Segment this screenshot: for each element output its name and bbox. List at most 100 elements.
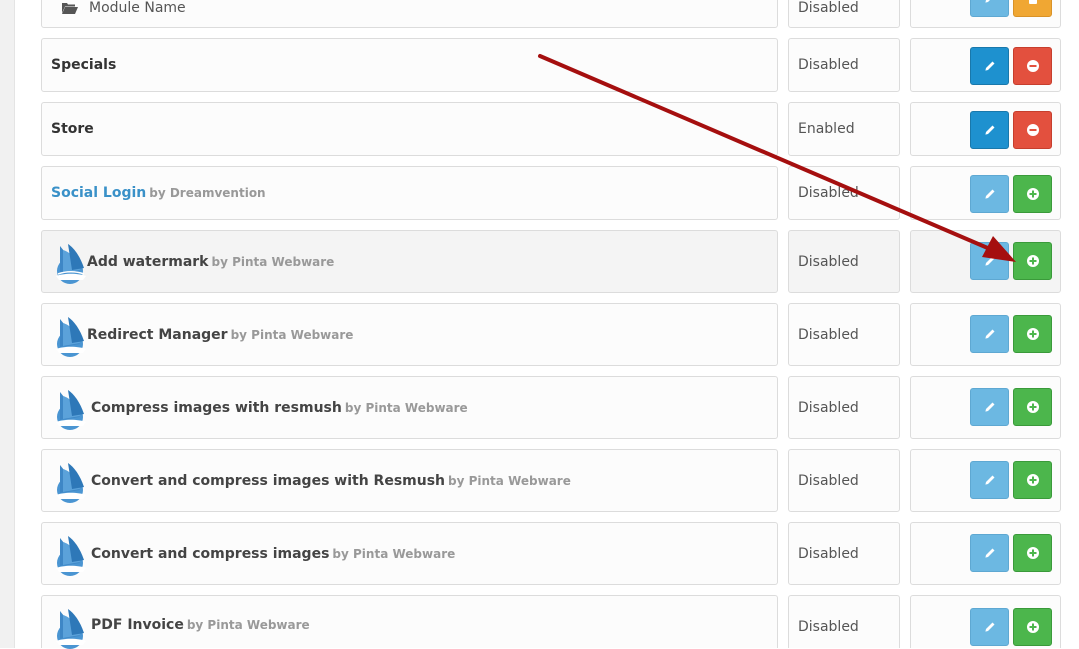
trash-icon [1028, 0, 1037, 4]
module-name: Store [51, 121, 94, 137]
actions-cell [910, 0, 1061, 28]
status-text: Disabled [798, 253, 859, 270]
plus-circle-icon [1026, 547, 1039, 559]
module-name: PDF Invoice [91, 617, 184, 633]
install-button[interactable] [1013, 534, 1052, 572]
status-text: Enabled [798, 121, 855, 137]
page-left-strip [0, 0, 15, 648]
minus-circle-icon [1026, 124, 1039, 136]
name-cell: Convert and compress images with Resmush… [41, 449, 778, 512]
module-name: Compress images with resmush [91, 399, 342, 416]
status-text: Disabled [798, 185, 859, 201]
status-cell: Enabled [788, 102, 900, 156]
module-name-link[interactable]: Social Login [42, 185, 146, 201]
module-name: Convert and compress images with Resmush [91, 472, 446, 489]
module-author: by Pinta Webware [332, 546, 456, 561]
ship-logo-icon [56, 535, 86, 576]
status-cell: Disabled [788, 38, 900, 92]
module-name: Add watermark [87, 253, 209, 270]
module-author: by Dreamvention [149, 186, 266, 200]
name-cell: Store [41, 102, 778, 156]
uninstall-button[interactable] [1013, 47, 1052, 85]
status-cell: Disabled [788, 449, 900, 512]
status-cell: Disabled [788, 595, 900, 648]
module-author: by Pinta Webware [211, 254, 335, 269]
column-header-module-name: Module Name [89, 0, 186, 16]
status-cell: Disabled [788, 166, 900, 220]
plus-circle-icon [1026, 328, 1039, 340]
actions-cell [910, 230, 1061, 293]
pencil-icon [984, 475, 994, 485]
pencil-icon [984, 125, 994, 135]
status-text: Disabled [798, 0, 859, 16]
pencil-icon [984, 402, 994, 412]
actions-cell [910, 449, 1061, 512]
plus-circle-icon [1026, 621, 1039, 633]
name-cell: Compress images with resmush by Pinta We… [41, 376, 778, 439]
install-button[interactable] [1013, 388, 1052, 426]
install-button[interactable] [1013, 175, 1052, 213]
name-cell: Convert and compress images by Pinta Web… [41, 522, 778, 585]
pencil-icon [984, 61, 994, 71]
name-cell: Add watermark by Pinta Webware [41, 230, 778, 293]
plus-circle-icon [1026, 255, 1039, 267]
uninstall-button[interactable] [1013, 111, 1052, 149]
edit-button[interactable] [970, 175, 1009, 213]
edit-button[interactable] [970, 388, 1009, 426]
status-text: Disabled [798, 326, 859, 343]
actions-cell [910, 38, 1061, 92]
module-author: by Pinta Webware [230, 327, 354, 342]
edit-button[interactable] [970, 534, 1009, 572]
edit-button[interactable] [970, 0, 1009, 17]
name-cell: PDF Invoice by Pinta Webware [41, 595, 778, 649]
actions-cell [910, 166, 1061, 220]
install-button[interactable] [1013, 242, 1052, 280]
plus-circle-icon [1026, 401, 1039, 413]
module-author: by Pinta Webware [344, 400, 468, 415]
pencil-icon [984, 0, 990, 3]
install-button[interactable] [1013, 608, 1052, 646]
module-name: Specials [51, 57, 117, 73]
name-cell: Redirect Manager by Pinta Webware [41, 303, 778, 366]
status-cell: Disabled [788, 0, 900, 28]
install-button[interactable] [1013, 315, 1052, 353]
edit-button[interactable] [970, 242, 1009, 280]
module-name: Convert and compress images [91, 545, 330, 562]
status-cell: Disabled [788, 230, 900, 293]
pencil-icon [984, 189, 994, 199]
ship-logo-icon [56, 316, 86, 357]
pencil-icon [984, 256, 994, 266]
folder-open-icon [62, 2, 78, 14]
module-name: Redirect Manager [87, 326, 228, 343]
name-cell: Specials [41, 38, 778, 92]
name-cell: Module Name [41, 0, 778, 28]
edit-button[interactable] [970, 315, 1009, 353]
ship-logo-icon [56, 389, 86, 430]
status-text: Disabled [798, 619, 859, 635]
actions-cell [910, 595, 1061, 648]
pencil-icon [984, 548, 994, 558]
status-text: Disabled [798, 57, 859, 73]
pencil-icon [984, 329, 994, 339]
install-button[interactable] [1013, 461, 1052, 499]
actions-cell [910, 376, 1061, 439]
module-author: by Pinta Webware [448, 473, 571, 488]
actions-cell [910, 522, 1061, 585]
module-author: by Pinta Webware [186, 618, 310, 632]
plus-circle-icon [1026, 474, 1039, 486]
delete-button[interactable] [1013, 0, 1052, 17]
edit-button[interactable] [970, 111, 1009, 149]
actions-cell [910, 102, 1061, 156]
ship-logo-icon [56, 609, 86, 649]
minus-circle-icon [1026, 60, 1039, 72]
status-text: Disabled [798, 545, 859, 562]
status-text: Disabled [798, 399, 859, 416]
actions-cell [910, 303, 1061, 366]
ship-logo-icon [56, 462, 86, 503]
pencil-icon [984, 622, 994, 632]
edit-button[interactable] [970, 47, 1009, 85]
status-cell: Disabled [788, 303, 900, 366]
status-cell: Disabled [788, 376, 900, 439]
edit-button[interactable] [970, 461, 1009, 499]
edit-button[interactable] [970, 608, 1009, 646]
